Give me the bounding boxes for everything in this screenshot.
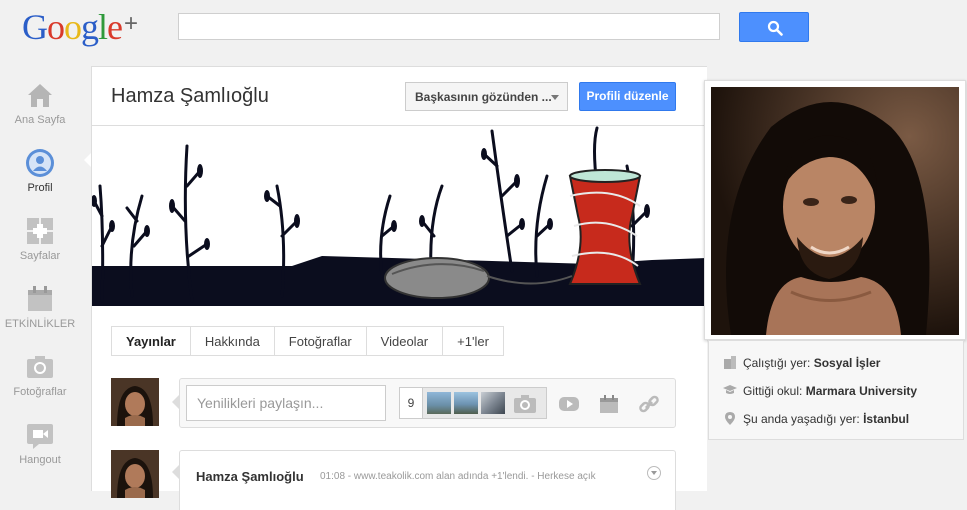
profile-icon (26, 149, 54, 177)
pages-icon (27, 218, 53, 244)
graduation-cap-icon (723, 385, 737, 394)
search-input[interactable] (178, 13, 720, 40)
nav-item-photos[interactable]: Fotoğraflar (0, 352, 80, 398)
profile-content: Hamza Şamlıoğlu Başkasının gözünden ... … (91, 66, 707, 510)
search-icon (767, 20, 783, 36)
link-icon[interactable] (638, 394, 660, 414)
post-menu-icon[interactable] (647, 466, 661, 480)
work-value[interactable]: Sosyal İşler (814, 356, 881, 370)
avatar[interactable] (111, 450, 159, 498)
chevron-down-icon (551, 95, 559, 100)
school-row: Gittiği okul: Marmara University (723, 383, 917, 398)
profile-tabs: Yayınlar Hakkında Fotoğraflar Videolar +… (111, 326, 504, 356)
nav-label-events: ETKİNLİKLER (4, 318, 76, 330)
tab-about[interactable]: Hakkında (190, 326, 275, 356)
post-author[interactable]: Hamza Şamlıoğlu (196, 469, 304, 484)
photo-thumbnail[interactable] (427, 392, 451, 414)
share-box: Yenilikleri paylaşın... 9 (179, 378, 676, 428)
video-icon (27, 424, 53, 449)
event-icon[interactable] (598, 394, 620, 414)
nav-label-profile: Profil (27, 182, 53, 194)
building-icon (724, 356, 736, 369)
tab-posts[interactable]: Yayınlar (111, 326, 191, 356)
lives-value[interactable]: İstanbul (863, 412, 909, 426)
photo-thumbnail[interactable] (481, 392, 505, 414)
post-card: Hamza Şamlıoğlu 01:08 - www.teakolik.com… (179, 450, 676, 510)
post-meta: 01:08 - www.teakolik.com alan adında +1'… (320, 471, 596, 482)
nav-label-pages: Sayfalar (19, 250, 61, 262)
location-row: Şu anda yaşadığı yer: İstanbul (723, 411, 909, 426)
profile-photo[interactable] (711, 87, 959, 335)
video-icon[interactable] (558, 394, 580, 414)
google-plus-logo[interactable]: Google+ (22, 6, 138, 48)
nav-item-profile[interactable]: Profil (0, 148, 80, 194)
tab-videos[interactable]: Videolar (366, 326, 444, 356)
camera-icon[interactable] (513, 394, 537, 414)
avatar-image (111, 378, 159, 426)
nav-label-hangout: Hangout (19, 454, 61, 466)
school-label: Gittiği okul: (743, 384, 803, 398)
photo-count: 9 (400, 388, 423, 418)
edit-profile-button[interactable]: Profili düzenle (579, 82, 676, 111)
home-icon (28, 84, 52, 107)
post-pointer (172, 465, 179, 479)
photo-strip[interactable]: 9 (399, 387, 547, 419)
share-input[interactable]: Yenilikleri paylaşın... (186, 385, 386, 421)
nav-label-photos: Fotoğraflar (13, 386, 67, 398)
nav-item-home[interactable]: Ana Sayfa (0, 80, 80, 126)
tab-photos[interactable]: Fotoğraflar (274, 326, 367, 356)
camera-icon (27, 356, 53, 378)
nav-item-pages[interactable]: Sayfalar (0, 216, 80, 262)
cover-photo[interactable] (92, 125, 707, 306)
tab-plus-ones[interactable]: +1'ler (443, 326, 504, 356)
side-nav: Ana Sayfa Profil Sayfalar ETKİNLİKLER Fo… (0, 60, 80, 490)
avatar[interactable] (111, 378, 159, 426)
photo-thumbnail[interactable] (454, 392, 478, 414)
work-label: Çalıştığı yer: (743, 356, 811, 370)
share-pointer (172, 395, 179, 409)
profile-name: Hamza Şamlıoğlu (111, 85, 269, 107)
nav-item-hangout[interactable]: Hangout (0, 420, 80, 466)
work-row: Çalıştığı yer: Sosyal İşler (723, 355, 880, 370)
calendar-icon (28, 286, 52, 311)
profile-photo-frame (704, 80, 966, 340)
nav-item-events[interactable]: ETKİNLİKLER (0, 284, 80, 330)
profile-photo-image (711, 87, 959, 335)
search-button[interactable] (739, 12, 809, 42)
about-card: Çalıştığı yer: Sosyal İşler Gittiği okul… (708, 340, 964, 440)
view-as-dropdown[interactable]: Başkasının gözünden ... (405, 82, 568, 111)
school-value[interactable]: Marmara University (806, 384, 917, 398)
top-bar: Google+ (0, 0, 967, 60)
location-pin-icon (725, 412, 735, 425)
cover-illustration (92, 126, 707, 306)
view-as-label: Başkasının gözünden ... (415, 90, 552, 104)
avatar-image (111, 450, 159, 498)
lives-label: Şu anda yaşadığı yer: (743, 412, 860, 426)
nav-label-home: Ana Sayfa (14, 114, 66, 126)
